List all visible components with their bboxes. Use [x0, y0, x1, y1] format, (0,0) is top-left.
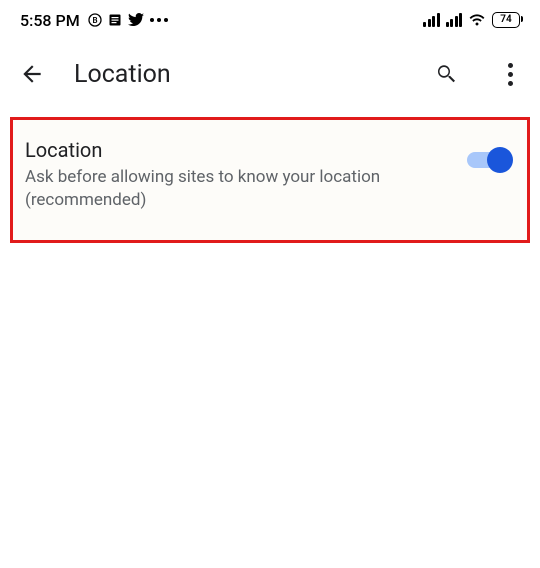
- more-horiz-icon: [150, 18, 168, 22]
- notes-icon: [108, 13, 122, 27]
- search-icon: [434, 62, 458, 86]
- app-bar: Location: [0, 36, 540, 112]
- status-bar: 5:58 PM B 74: [0, 0, 540, 36]
- overflow-menu-button[interactable]: [492, 56, 528, 92]
- signal-icon-2: [446, 13, 463, 27]
- setting-subtitle: Ask before allowing sites to know your l…: [25, 166, 455, 212]
- toggle-thumb: [487, 147, 513, 173]
- svg-text:B: B: [92, 16, 97, 25]
- page-title: Location: [74, 60, 400, 89]
- back-button[interactable]: [18, 60, 46, 88]
- arrow-back-icon: [19, 61, 45, 87]
- status-time: 5:58 PM: [20, 11, 80, 30]
- signal-icon-1: [423, 13, 440, 27]
- b-circle-icon: B: [88, 13, 102, 27]
- battery-icon: 74: [492, 12, 520, 28]
- battery-level: 74: [500, 14, 511, 25]
- location-toggle[interactable]: [467, 148, 511, 172]
- twitter-icon: [128, 13, 144, 27]
- setting-title: Location: [25, 138, 455, 162]
- status-left: 5:58 PM B: [20, 11, 168, 30]
- status-right: 74: [423, 12, 520, 28]
- setting-row-location[interactable]: Location Ask before allowing sites to kn…: [10, 117, 530, 243]
- search-button[interactable]: [428, 56, 464, 92]
- wifi-icon: [468, 13, 486, 27]
- setting-text: Location Ask before allowing sites to kn…: [25, 138, 455, 212]
- more-vert-icon: [508, 63, 513, 86]
